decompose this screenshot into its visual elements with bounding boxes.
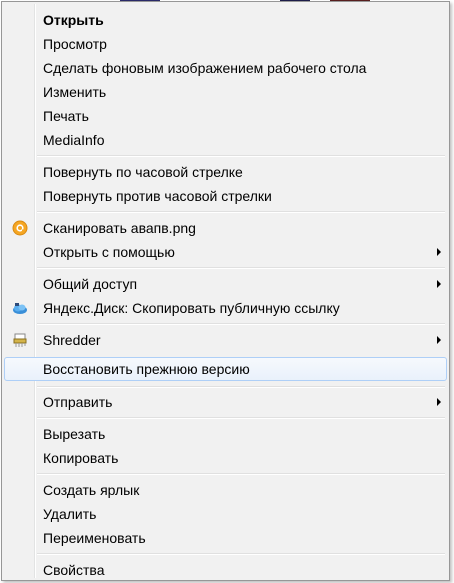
- submenu-arrow-icon: [437, 280, 441, 288]
- menu-item-label: Повернуть против часовой стрелки: [43, 188, 272, 204]
- menu-item-label: Восстановить прежнюю версию: [43, 361, 250, 377]
- menu-item-edit[interactable]: Изменить: [4, 80, 447, 104]
- menu-separator: [37, 155, 445, 157]
- menu-item-label: Общий доступ: [43, 276, 138, 292]
- menu-item-print[interactable]: Печать: [4, 104, 447, 128]
- menu-separator: [37, 386, 445, 388]
- menu-item-cut[interactable]: Вырезать: [4, 422, 447, 446]
- menu-item-label: Копировать: [43, 450, 119, 466]
- submenu-arrow-icon: [437, 248, 441, 256]
- submenu-arrow-icon: [437, 398, 441, 406]
- menu-separator: [37, 267, 445, 269]
- menu-item-restore-previous-version[interactable]: Восстановить прежнюю версию: [4, 357, 447, 381]
- menu-item-scan[interactable]: Сканировать авапв.png: [4, 216, 447, 240]
- menu-item-label: Создать ярлык: [43, 482, 140, 498]
- menu-item-label: Открыть с помощью: [43, 244, 175, 260]
- menu-item-label: Отправить: [43, 394, 113, 410]
- menu-item-label: Переименовать: [43, 530, 146, 546]
- menu-item-label: Сделать фоновым изображением рабочего ст…: [43, 60, 367, 76]
- menu-item-properties[interactable]: Свойства: [4, 558, 447, 582]
- menu-item-shredder[interactable]: Shredder: [4, 328, 447, 352]
- menu-item-label: Удалить: [43, 506, 97, 522]
- menu-separator: [37, 211, 445, 213]
- menu-item-label: Свойства: [43, 562, 105, 578]
- menu-item-label: MediaInfo: [43, 132, 105, 148]
- menu-separator: [37, 473, 445, 475]
- menu-item-open[interactable]: Открыть: [4, 8, 447, 32]
- menu-item-label: Повернуть по часовой стрелке: [43, 164, 243, 180]
- context-menu: Открыть Просмотр Сделать фоновым изображ…: [1, 1, 450, 581]
- yandex-disk-icon: [12, 300, 28, 316]
- menu-item-yandex-disk[interactable]: Яндекс.Диск: Скопировать публичную ссылк…: [4, 296, 447, 320]
- menu-item-send-to[interactable]: Отправить: [4, 390, 447, 414]
- menu-item-label: Изменить: [43, 84, 107, 100]
- menu-item-label: Просмотр: [43, 36, 107, 52]
- menu-item-copy[interactable]: Копировать: [4, 446, 447, 470]
- submenu-arrow-icon: [437, 336, 441, 344]
- antivirus-scan-icon: [12, 220, 28, 236]
- menu-item-label: Открыть: [43, 12, 104, 28]
- menu-item-open-with[interactable]: Открыть с помощью: [4, 240, 447, 264]
- menu-separator: [37, 417, 445, 419]
- menu-item-label: Shredder: [43, 332, 101, 348]
- menu-item-label: Печать: [43, 108, 89, 124]
- menu-item-mediainfo[interactable]: MediaInfo: [4, 128, 447, 152]
- menu-item-preview[interactable]: Просмотр: [4, 32, 447, 56]
- menu-separator: [37, 553, 445, 555]
- menu-item-delete[interactable]: Удалить: [4, 502, 447, 526]
- menu-item-label: Сканировать авапв.png: [43, 220, 196, 236]
- menu-item-label: Вырезать: [43, 426, 106, 442]
- menu-separator: [37, 323, 445, 325]
- menu-item-rename[interactable]: Переименовать: [4, 526, 447, 550]
- menu-item-share[interactable]: Общий доступ: [4, 272, 447, 296]
- shredder-icon: [12, 332, 28, 348]
- menu-item-set-wallpaper[interactable]: Сделать фоновым изображением рабочего ст…: [4, 56, 447, 80]
- menu-item-rotate-clockwise[interactable]: Повернуть по часовой стрелке: [4, 160, 447, 184]
- menu-item-label: Яндекс.Диск: Скопировать публичную ссылк…: [43, 300, 340, 316]
- menu-item-create-shortcut[interactable]: Создать ярлык: [4, 478, 447, 502]
- menu-item-rotate-counterclockwise[interactable]: Повернуть против часовой стрелки: [4, 184, 447, 208]
